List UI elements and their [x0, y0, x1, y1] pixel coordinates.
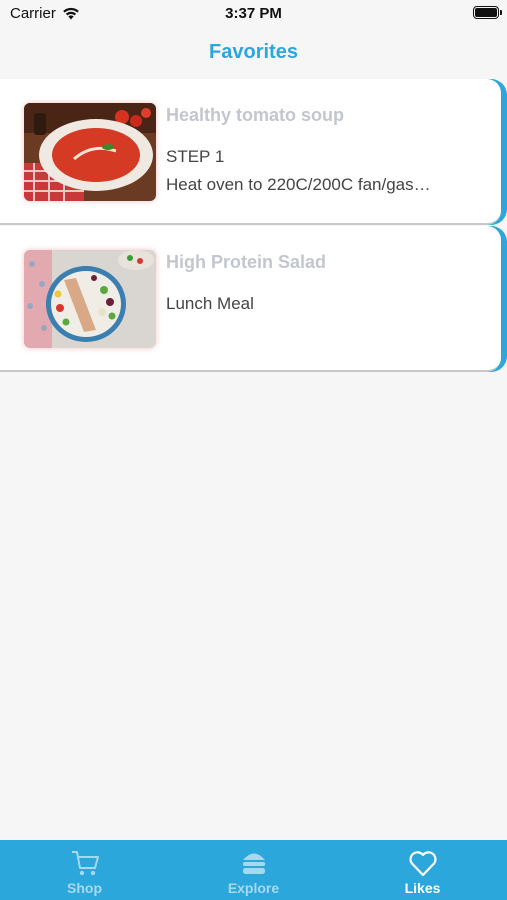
- favorite-card-tomato-soup[interactable]: Healthy tomato soup STEP 1 Heat oven to …: [0, 79, 507, 225]
- protein-salad-image: [24, 250, 156, 348]
- tab-label: Explore: [227, 880, 280, 896]
- status-bar: Carrier 3:37 PM: [0, 0, 507, 28]
- card-title: Healthy tomato soup: [166, 105, 345, 125]
- tab-likes[interactable]: Likes: [338, 840, 507, 900]
- tomato-soup-image: [24, 103, 156, 201]
- tab-explore[interactable]: Explore: [169, 840, 338, 900]
- card-body[interactable]: Healthy tomato soup STEP 1 Heat oven to …: [0, 79, 501, 225]
- favorite-card-protein-salad[interactable]: High Protein Salad Lunch Meal: [0, 226, 507, 372]
- page-title: Favorites: [209, 41, 298, 63]
- battery-icon: [473, 6, 502, 19]
- cart-icon: [70, 848, 100, 878]
- tab-shop[interactable]: Shop: [0, 840, 169, 900]
- card-title: High Protein Salad: [166, 252, 327, 272]
- tab-label: Shop: [67, 880, 102, 896]
- favorites-list: Healthy tomato soup STEP 1 Heat oven to …: [0, 79, 507, 373]
- card-subtitle: Lunch Meal: [166, 294, 254, 313]
- status-time: 3:37 PM: [225, 5, 282, 22]
- card-subtitle: STEP 1: [166, 147, 225, 166]
- tab-label: Likes: [404, 880, 441, 896]
- card-description: Heat oven to 220C/200C fan/gas…: [166, 175, 431, 194]
- burger-icon: [239, 848, 269, 878]
- tab-bar: Shop Explore Likes: [0, 840, 507, 900]
- heart-icon: [408, 848, 438, 878]
- card-body[interactable]: High Protein Salad Lunch Meal: [0, 226, 501, 372]
